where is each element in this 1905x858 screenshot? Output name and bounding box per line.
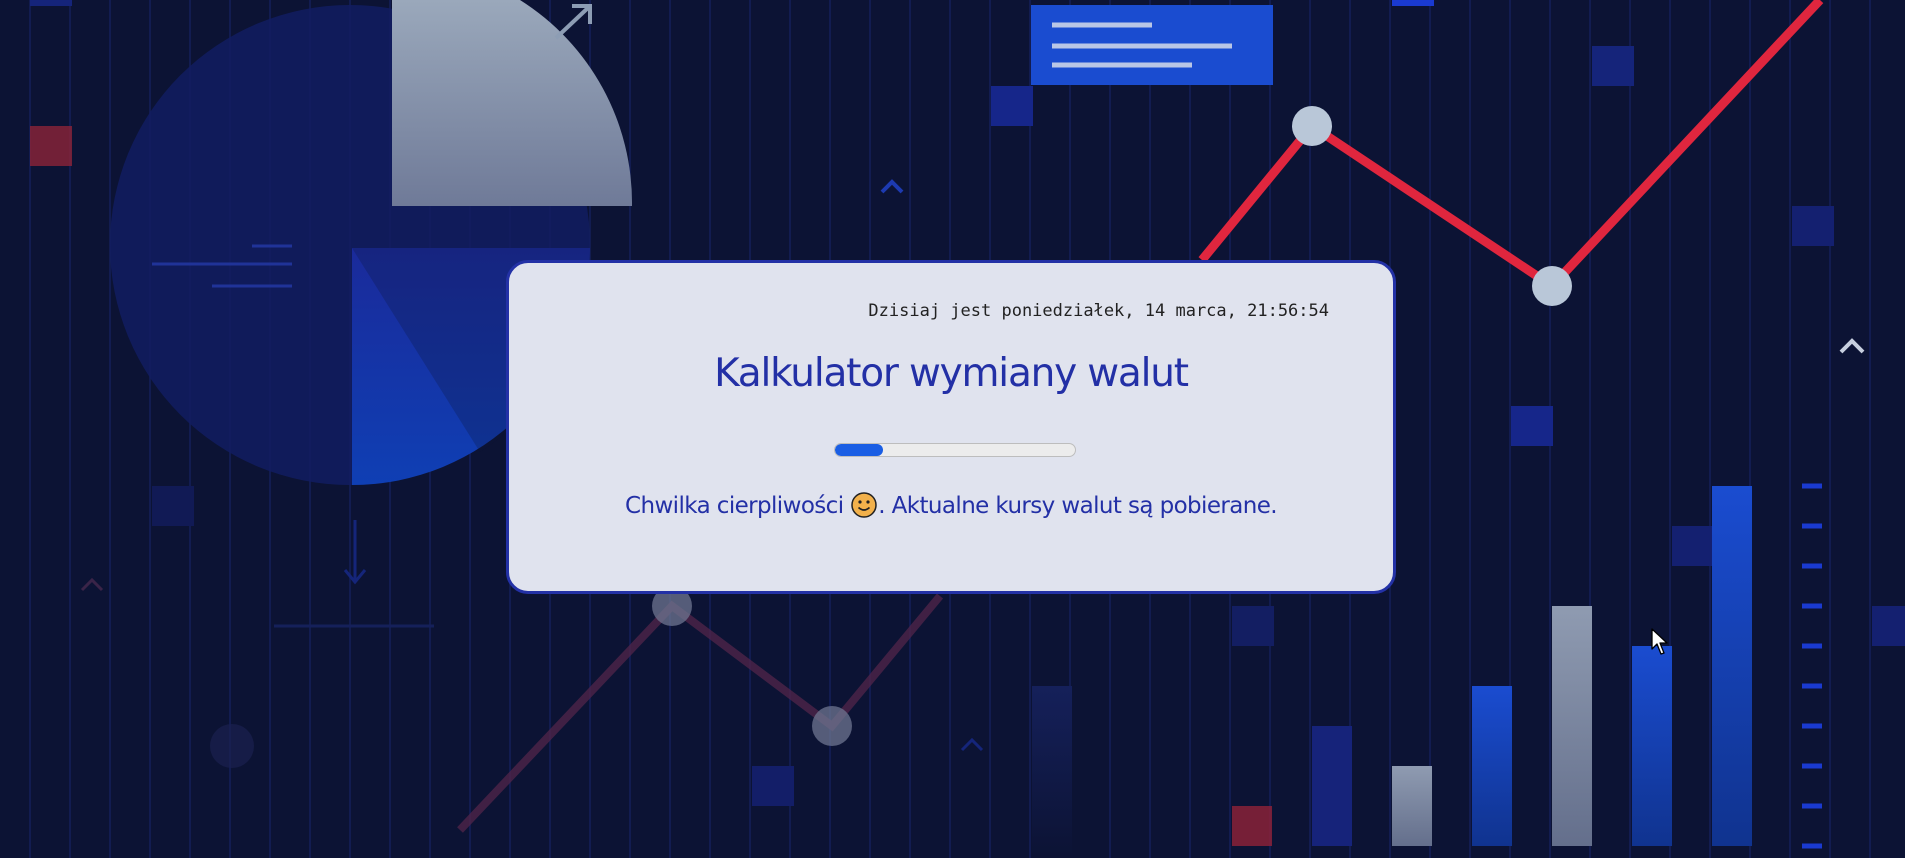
loading-message-part-1: Chwilka cierpliwości <box>625 493 844 519</box>
mouse-cursor-icon <box>1651 628 1668 655</box>
progress-bar-fill <box>835 444 883 456</box>
current-date-time: Dzisiaj jest poniedziałek, 14 marca, 21:… <box>868 301 1329 321</box>
chevron-up-icon <box>1839 338 1865 354</box>
red-line-series <box>1198 0 1824 291</box>
loading-progress-bar <box>834 443 1076 457</box>
pie-quarter-slice <box>392 0 633 206</box>
smiley-face-icon <box>851 492 877 518</box>
arrow-up-right-icon <box>554 4 592 40</box>
page-title: Kalkulator wymiany walut <box>714 351 1189 396</box>
loading-card: Dzisiaj jest poniedziałek, 14 marca, 21:… <box>506 260 1396 594</box>
loading-message-part-2: . Aktualne kursy walut są pobierane. <box>878 493 1277 519</box>
loading-message: Chwilka cierpliwości . Aktualne kursy wa… <box>509 492 1393 519</box>
